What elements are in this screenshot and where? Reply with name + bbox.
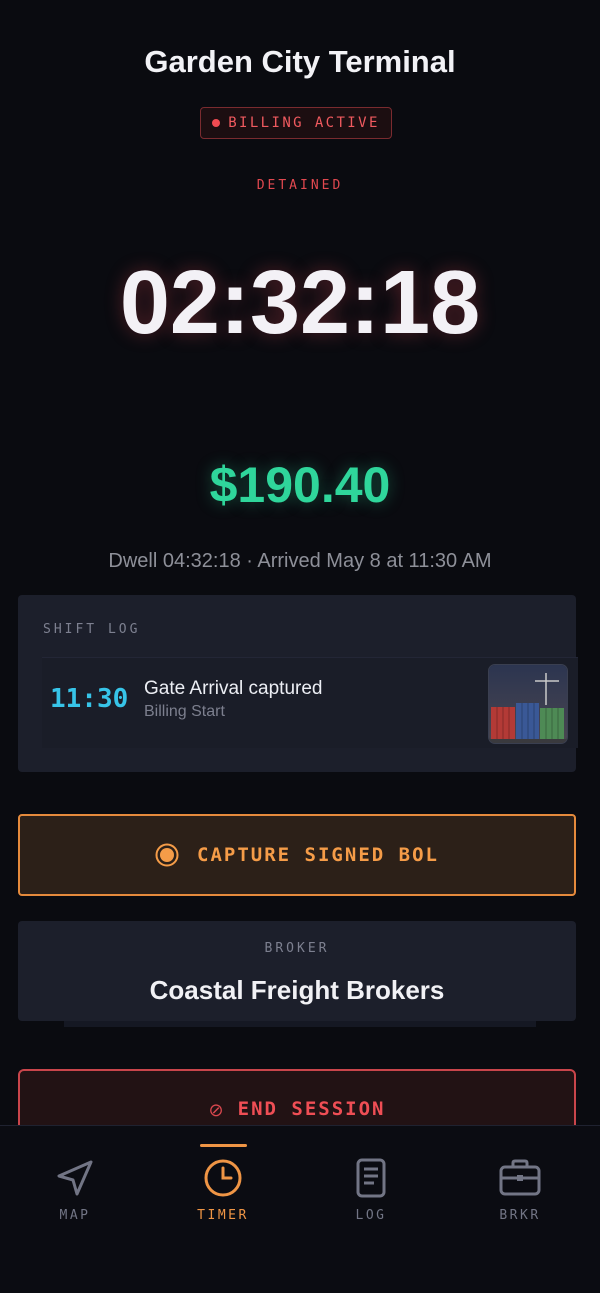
- billing-status-label: BILLING ACTIVE: [228, 115, 380, 131]
- detention-timer: 02:32:18: [119, 253, 481, 353]
- log-entry-subtitle: Billing Start: [144, 703, 225, 720]
- shift-log-card: SHIFT LOG 11:30 Gate Arrival captured Bi…: [18, 595, 578, 772]
- bottom-navigation: MAP TIMER LOG BRKR: [0, 1125, 600, 1293]
- log-entry-title: Gate Arrival captured: [144, 678, 323, 699]
- shift-log-label: SHIFT LOG: [43, 622, 141, 637]
- nav-item-log[interactable]: LOG: [296, 1126, 446, 1236]
- navigation-arrow-icon: [57, 1160, 93, 1196]
- container-yard-thumbnail[interactable]: [488, 664, 568, 744]
- document-icon: [356, 1158, 386, 1198]
- broker-label: BROKER: [264, 941, 330, 956]
- dwell-summary: Dwell 04:32:18 · Arrived May 8 at 11:30 …: [108, 550, 492, 572]
- clock-icon: [204, 1159, 242, 1197]
- nav-label-timer: TIMER: [197, 1208, 249, 1223]
- nav-item-broker[interactable]: BRKR: [445, 1126, 595, 1236]
- log-entry-time: 11:30: [50, 684, 129, 714]
- billing-status-badge: BILLING ACTIVE: [200, 107, 392, 139]
- end-session-label: END SESSION: [237, 1098, 386, 1120]
- detention-status: DETAINED: [256, 178, 344, 193]
- detention-amount: $190.40: [209, 457, 391, 513]
- broker-card-shadow: [64, 1021, 536, 1027]
- nav-item-map[interactable]: MAP: [0, 1126, 150, 1236]
- nav-label-log: LOG: [355, 1208, 387, 1223]
- broker-name: Coastal Freight Brokers: [149, 975, 445, 1005]
- briefcase-icon: [499, 1159, 541, 1196]
- status-dot-icon: [212, 119, 221, 127]
- nav-label-broker: BRKR: [499, 1208, 541, 1223]
- broker-card[interactable]: BROKER Coastal Freight Brokers: [18, 921, 576, 1021]
- capture-signed-bol-button[interactable]: CAPTURE SIGNED BOL: [18, 814, 576, 896]
- terminal-title: Garden City Terminal: [144, 44, 456, 79]
- capture-button-label: CAPTURE SIGNED BOL: [197, 844, 439, 866]
- nav-label-map: MAP: [59, 1208, 91, 1223]
- shift-log-entry[interactable]: 11:30 Gate Arrival captured Billing Star…: [42, 657, 578, 748]
- record-icon: [155, 843, 179, 867]
- no-entry-icon: ⊘: [208, 1100, 224, 1120]
- nav-item-timer[interactable]: TIMER: [148, 1126, 298, 1236]
